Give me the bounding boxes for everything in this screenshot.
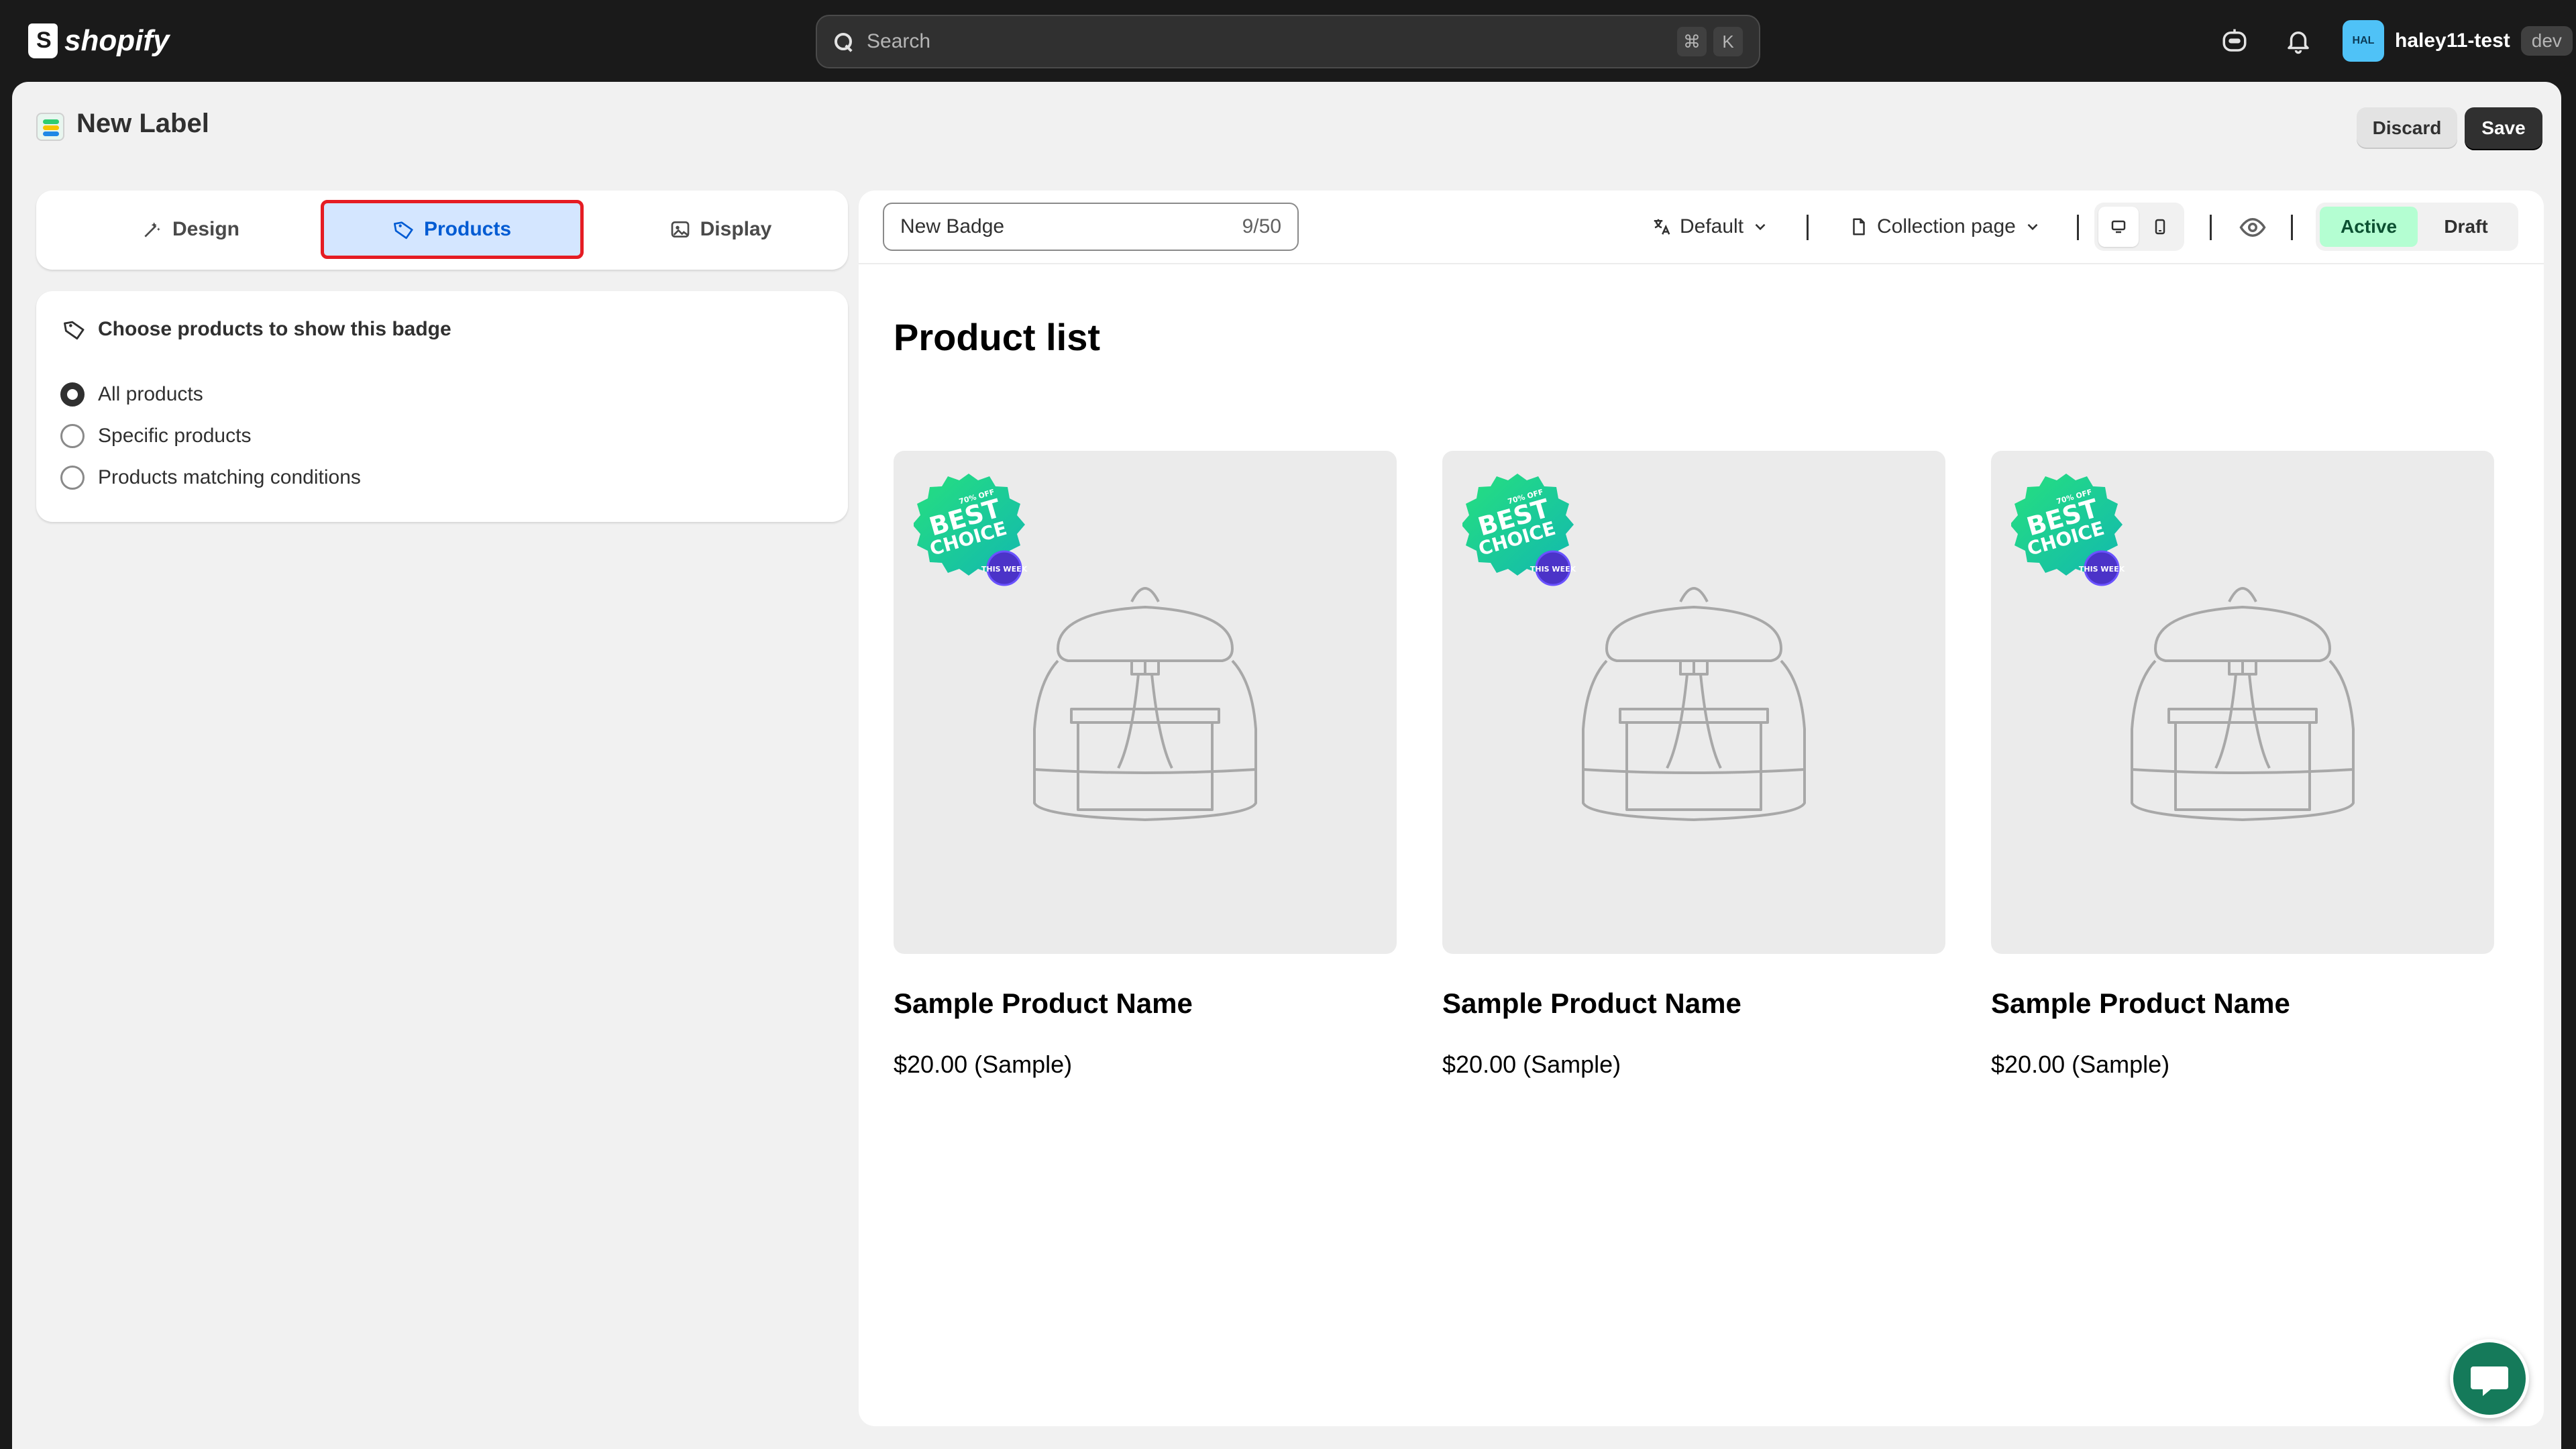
template-select-value: Default	[1680, 215, 1744, 237]
store-name: haley11-test	[2395, 30, 2510, 52]
shopify-bag-icon	[28, 23, 58, 58]
magic-wand-icon	[144, 222, 160, 237]
radio-specific-products[interactable]: Specific products	[60, 424, 251, 448]
chat-support-button[interactable]	[2450, 1339, 2529, 1418]
radio-products-matching-conditions[interactable]: Products matching conditions	[60, 466, 361, 490]
tab-display-label: Display	[700, 218, 772, 240]
radio-button-selected[interactable]	[60, 382, 85, 407]
mobile-view-button[interactable]	[2140, 207, 2180, 247]
sidekick-icon[interactable]	[2220, 27, 2249, 55]
product-image: 70% OFF BEST CHOICE THIS WEEK	[894, 451, 1397, 954]
product-card[interactable]: 70% OFF BEST CHOICE THIS WEEK Sample Pro…	[1442, 451, 1945, 1078]
status-active-button[interactable]: Active	[2320, 207, 2418, 247]
tag-icon	[393, 221, 413, 239]
product-price: $20.00 (Sample)	[1991, 1051, 2170, 1078]
desktop-icon	[2111, 220, 2126, 233]
translate-icon	[1654, 219, 1670, 235]
tab-products-label: Products	[423, 218, 512, 240]
tab-products[interactable]: Products	[321, 200, 584, 259]
device-toggle	[2094, 203, 2184, 251]
backpack-illustration	[1033, 587, 1257, 821]
product-card[interactable]: 70% OFF BEST CHOICE THIS WEEK Sample Pro…	[1991, 451, 2494, 1078]
status-toggle: Active Draft	[2316, 203, 2518, 251]
badge-name-value: New Badge	[900, 215, 1005, 237]
eye-preview-icon[interactable]	[2239, 213, 2267, 241]
badge-mini-text: THIS WEEK	[1530, 565, 1576, 574]
preview-panel: New Badge 9/50 Default Collection page A…	[859, 191, 2544, 1426]
save-button[interactable]: Save	[2465, 107, 2542, 149]
mobile-icon	[2155, 219, 2165, 235]
desktop-view-button[interactable]	[2098, 207, 2139, 247]
store-account-menu[interactable]: HAL haley11-test dev	[2343, 20, 2573, 62]
page-header: New Label Discard Save	[12, 82, 2561, 169]
page-type-select[interactable]: Collection page	[1849, 209, 2041, 244]
product-image: 70% OFF BEST CHOICE THIS WEEK	[1991, 451, 2494, 954]
product-image: 70% OFF BEST CHOICE THIS WEEK	[1442, 451, 1945, 954]
badge-mini-text: THIS WEEK	[2079, 565, 2125, 574]
product-list-title: Product list	[894, 316, 1101, 358]
backpack-illustration	[1582, 587, 1806, 821]
search-icon	[833, 32, 853, 52]
radio-button[interactable]	[60, 424, 85, 448]
product-price: $20.00 (Sample)	[1442, 1051, 1621, 1078]
radio-all-products[interactable]: All products	[60, 382, 203, 407]
app-frame: New Label Discard Save Design Products D…	[12, 82, 2561, 1449]
notification-bell-icon[interactable]	[2284, 27, 2312, 55]
divider	[2077, 215, 2079, 240]
best-choice-badge: 70% OFF BEST CHOICE THIS WEEK	[1462, 474, 1576, 586]
tab-design-label: Design	[172, 218, 240, 240]
product-name: Sample Product Name	[894, 987, 1193, 1019]
badge-mini-text: THIS WEEK	[981, 565, 1028, 574]
tab-display[interactable]: Display	[606, 200, 835, 259]
page-icon	[1853, 218, 1865, 235]
tag-icon	[64, 321, 85, 340]
product-name: Sample Product Name	[1442, 987, 1741, 1019]
search-placeholder: Search	[867, 30, 931, 52]
best-choice-badge: 70% OFF BEST CHOICE THIS WEEK	[914, 474, 1028, 586]
tab-design[interactable]: Design	[76, 200, 305, 259]
product-card[interactable]: 70% OFF BEST CHOICE THIS WEEK Sample Pro…	[894, 451, 1397, 1078]
editor-tabs: Design Products Display	[36, 191, 848, 270]
shortcut-k-key: K	[1713, 27, 1743, 56]
radio-label: All products	[98, 383, 203, 405]
shortcut-cmd-key: ⌘	[1677, 27, 1707, 56]
env-badge: dev	[2520, 26, 2573, 56]
shopify-logo[interactable]: shopify	[28, 20, 169, 62]
product-selection-card: Choose products to show this badge All p…	[36, 291, 848, 522]
chat-bubble-icon	[2471, 1366, 2508, 1396]
best-choice-badge: 70% OFF BEST CHOICE THIS WEEK	[2011, 474, 2125, 586]
brand-name: shopify	[64, 24, 170, 57]
page-title: New Label	[76, 109, 209, 138]
top-bar: shopify Search ⌘ K HAL haley11-test dev	[0, 0, 2576, 82]
product-price: $20.00 (Sample)	[894, 1051, 1073, 1078]
char-counter: 9/50	[1242, 215, 1281, 237]
product-selection-label: Choose products to show this badge	[98, 318, 451, 340]
divider	[2291, 215, 2293, 240]
product-name: Sample Product Name	[1991, 987, 2290, 1019]
search-bar[interactable]: Search ⌘ K	[816, 15, 1760, 68]
chevron-down-icon	[2027, 223, 2038, 231]
badge-name-input[interactable]: New Badge 9/50	[883, 203, 1299, 251]
discard-button[interactable]: Discard	[2357, 107, 2457, 149]
avatar: HAL	[2343, 20, 2384, 62]
divider	[2210, 215, 2212, 240]
product-selection-title: Choose products to show this badge	[63, 318, 451, 341]
status-draft-button[interactable]: Draft	[2418, 207, 2514, 247]
radio-label: Specific products	[98, 425, 252, 447]
preview-toolbar: New Badge 9/50 Default Collection page A…	[859, 191, 2544, 264]
app-logo-icon	[36, 113, 64, 141]
radio-label: Products matching conditions	[98, 466, 361, 488]
divider	[1807, 215, 1809, 240]
chevron-down-icon	[1755, 223, 1766, 231]
backpack-illustration	[2131, 587, 2355, 821]
image-frame-icon	[671, 221, 689, 237]
page-type-select-value: Collection page	[1877, 215, 2016, 237]
radio-button[interactable]	[60, 466, 85, 490]
template-select[interactable]: Default	[1652, 209, 1769, 244]
